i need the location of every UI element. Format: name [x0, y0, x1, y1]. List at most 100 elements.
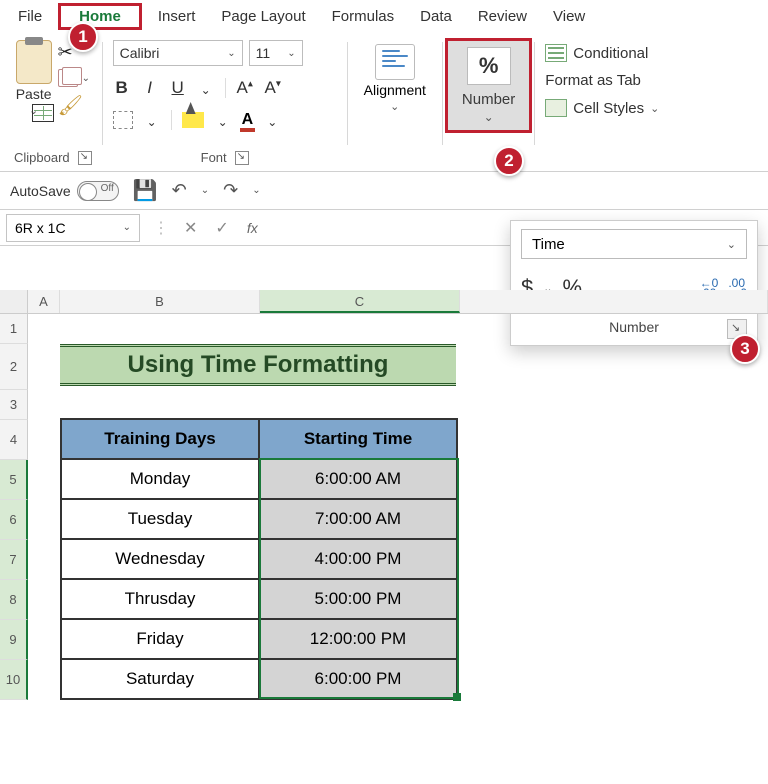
worksheet: A B C 1 2 3 4 5 6 7 8 9 10 Using Time Fo…: [0, 290, 768, 700]
row-header[interactable]: 9: [0, 620, 28, 660]
alignment-label: Alignment: [364, 82, 426, 98]
shrink-font-button[interactable]: A▾: [264, 78, 282, 98]
fill-color-button[interactable]: [182, 112, 204, 128]
underline-button[interactable]: U: [169, 78, 187, 98]
autosave-label: AutoSave: [10, 183, 71, 199]
name-box-value: 6R x 1C: [15, 220, 66, 236]
cell-time[interactable]: 6:00:00 AM: [259, 459, 457, 499]
font-size-combo[interactable]: 11⌄: [249, 40, 303, 66]
row-header[interactable]: 10: [0, 660, 28, 700]
cell-day[interactable]: Wednesday: [61, 539, 259, 579]
format-as-table-button[interactable]: Format as Tab: [545, 72, 659, 89]
tab-formulas[interactable]: Formulas: [322, 4, 405, 29]
cell-time[interactable]: 7:00:00 AM: [259, 499, 457, 539]
group-alignment: Alignment ⌄: [350, 38, 440, 171]
cell-time[interactable]: 12:00:00 PM: [259, 619, 457, 659]
select-all-corner[interactable]: [0, 290, 28, 313]
ribbon: Paste ⌄ ✂ ⌄ 🖌 Clipboard Calibri⌄ 11⌄ B I…: [0, 32, 768, 172]
cell-time[interactable]: 5:00:00 PM: [259, 579, 457, 619]
col-header-rest: [460, 290, 768, 313]
tab-insert[interactable]: Insert: [148, 4, 206, 29]
bold-button[interactable]: B: [113, 78, 131, 98]
cell-styles-label: Cell Styles: [573, 100, 644, 117]
italic-button[interactable]: I: [141, 78, 159, 98]
row-header[interactable]: 7: [0, 540, 28, 580]
autosave-state: Off: [101, 183, 114, 194]
group-font: Calibri⌄ 11⌄ B I U ⌄ A▴ A▾ ⌄ ⌄ A ⌄ Font: [105, 38, 345, 171]
row-header[interactable]: 6: [0, 500, 28, 540]
data-table: Training Days Starting Time Monday6:00:0…: [60, 418, 458, 700]
chevron-down-icon[interactable]: ⌄: [484, 110, 494, 124]
switch-icon: Off: [77, 181, 119, 201]
cell-styles-icon: [545, 99, 567, 117]
quick-access-toolbar: AutoSave Off 💾 ↶⌄ ↷⌄: [0, 172, 768, 210]
percent-icon: %: [467, 47, 511, 85]
paste-label: Paste: [16, 86, 52, 102]
font-launcher[interactable]: [235, 151, 249, 165]
row-header[interactable]: 2: [0, 344, 28, 390]
format-painter-button[interactable]: 🖌: [58, 93, 90, 118]
cell-time[interactable]: 6:00:00 PM: [259, 659, 457, 699]
table-icon: [32, 104, 54, 122]
cell-day[interactable]: Monday: [61, 459, 259, 499]
clipboard-launcher[interactable]: [78, 151, 92, 165]
chevron-down-icon[interactable]: ⌄: [214, 115, 232, 129]
tab-data[interactable]: Data: [410, 4, 462, 29]
font-name-combo[interactable]: Calibri⌄: [113, 40, 243, 66]
number-format-value: Time: [532, 236, 565, 253]
font-group-label: Font: [201, 150, 227, 165]
accept-formula-button[interactable]: ✓: [215, 218, 228, 238]
save-button[interactable]: 💾: [133, 178, 158, 203]
ribbon-tabs: File Home Insert Page Layout Formulas Da…: [0, 0, 768, 32]
row-headers: 1 2 3 4 5 6 7 8 9 10: [0, 314, 28, 700]
row-header[interactable]: 1: [0, 314, 28, 344]
cell-day[interactable]: Tuesday: [61, 499, 259, 539]
clipboard-icon: [16, 40, 52, 84]
conditional-label: Conditional: [573, 45, 648, 62]
row-header[interactable]: 3: [0, 390, 28, 420]
cell-styles-button[interactable]: Cell Styles ⌄: [545, 99, 659, 117]
row-header[interactable]: 5: [0, 460, 28, 500]
chevron-down-icon[interactable]: ⌄: [263, 115, 281, 129]
conditional-formatting-button[interactable]: Conditional: [545, 44, 659, 62]
chevron-down-icon[interactable]: ⌄: [390, 100, 399, 113]
col-header-A[interactable]: A: [28, 290, 60, 313]
alignment-icon: [375, 44, 415, 80]
cell-day[interactable]: Saturday: [61, 659, 259, 699]
col-header-C[interactable]: C: [260, 290, 460, 313]
tab-home[interactable]: Home: [58, 3, 142, 30]
sheet-title: Using Time Formatting: [60, 344, 456, 386]
tab-review[interactable]: Review: [468, 4, 537, 29]
cells-area[interactable]: Using Time Formatting Training Days Star…: [28, 314, 768, 700]
number-label: Number: [462, 91, 515, 108]
brush-icon: 🖌: [58, 93, 83, 118]
alignment-button[interactable]: Alignment ⌄: [358, 40, 432, 117]
chevron-down-icon[interactable]: ⌄: [143, 115, 161, 129]
fx-icon[interactable]: fx: [247, 220, 258, 236]
undo-button[interactable]: ↶: [172, 180, 187, 201]
cell-day[interactable]: Friday: [61, 619, 259, 659]
tab-view[interactable]: View: [543, 4, 595, 29]
font-color-button[interactable]: A: [242, 111, 254, 129]
column-headers: A B C: [0, 290, 768, 314]
row-header[interactable]: 8: [0, 580, 28, 620]
cell-day[interactable]: Thrusday: [61, 579, 259, 619]
font-size-value: 11: [256, 45, 271, 61]
number-format-select[interactable]: Time⌄: [521, 229, 747, 259]
row-header[interactable]: 4: [0, 420, 28, 460]
copy-button[interactable]: ⌄: [58, 69, 90, 87]
cancel-formula-button[interactable]: ✕: [184, 218, 197, 238]
cell-time[interactable]: 4:00:00 PM: [259, 539, 457, 579]
autosave-toggle[interactable]: AutoSave Off: [10, 181, 119, 201]
grow-font-button[interactable]: A▴: [236, 78, 254, 98]
borders-button[interactable]: [113, 111, 133, 129]
chevron-down-icon[interactable]: ⌄: [197, 83, 215, 97]
number-format-button[interactable]: % Number ⌄: [448, 41, 529, 130]
copy-icon: [58, 69, 78, 87]
tab-file[interactable]: File: [8, 4, 52, 29]
tab-page-layout[interactable]: Page Layout: [211, 4, 315, 29]
redo-button[interactable]: ↷: [223, 180, 238, 201]
col-header-B[interactable]: B: [60, 290, 260, 313]
name-box[interactable]: 6R x 1C⌄: [6, 214, 140, 242]
group-styles: Conditional Format as Tab Cell Styles ⌄: [537, 38, 667, 171]
